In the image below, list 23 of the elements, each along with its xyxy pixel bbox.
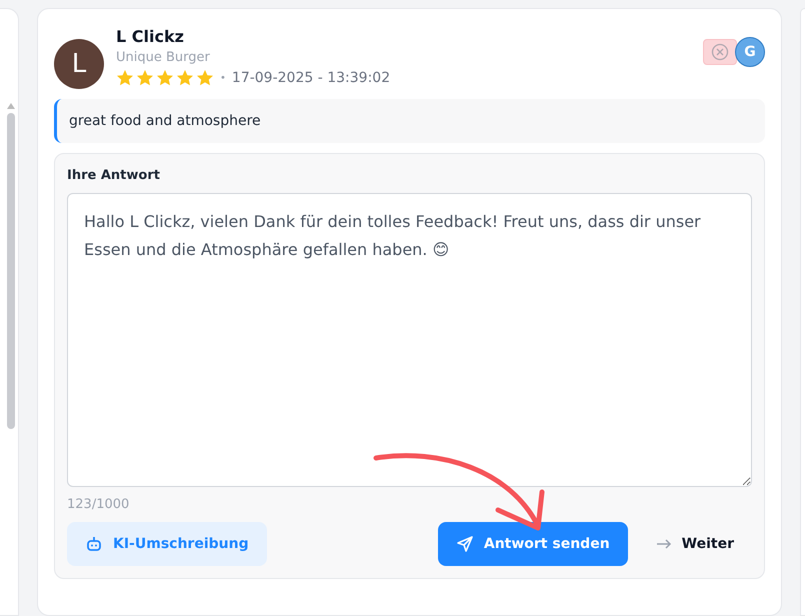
reply-label: Ihre Antwort [67,168,161,183]
close-icon [711,43,729,61]
scrollbar[interactable] [6,101,16,431]
reviewer-name: L Clickz [116,27,185,46]
separator-dot: • [220,72,226,84]
review-date: 17-09-2025 - 13:39:02 [232,70,390,86]
character-counter: 123/1000 [67,497,130,512]
business-name: Unique Burger [116,50,211,65]
reply-field[interactable]: Hallo L Clickz, vielen Dank für dein tolles Feedback! Freut uns, dass dir unser Essen und die Atmosphäre gefallen haben. 😊 [67,193,752,487]
avatar: L [54,39,104,89]
next-button[interactable]: Weiter [638,522,752,566]
send-reply-button[interactable]: Antwort senden [438,522,628,566]
star-icon [136,69,154,87]
star-icon [156,69,174,87]
arrow-right-icon [656,538,672,550]
send-icon [456,535,474,553]
source-badge: G [735,37,765,67]
robot-icon [85,535,103,553]
review-text: great food and atmosphere [54,99,765,143]
delete-button[interactable] [703,39,737,65]
star-icon [116,69,134,87]
star-icon [176,69,194,87]
star-icon [196,69,214,87]
